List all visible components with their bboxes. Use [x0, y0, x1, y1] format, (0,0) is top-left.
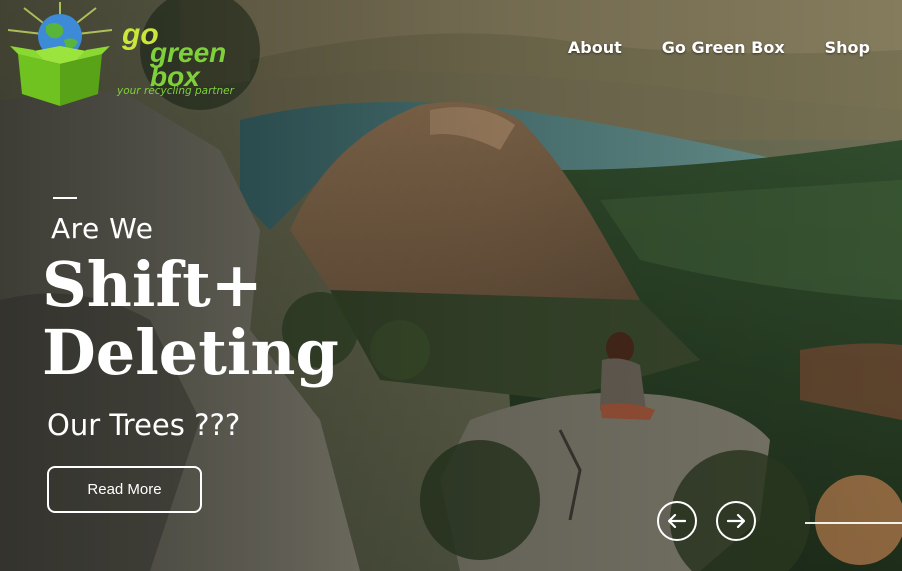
arrow-right-icon — [727, 514, 745, 528]
slider-progress-bar — [805, 522, 902, 524]
brand-logo[interactable]: go green box your recycling partner — [4, 0, 244, 110]
hero-headline-line2: Deleting — [42, 316, 339, 389]
slider-next-button[interactable] — [716, 501, 756, 541]
green-box-globe-icon — [7, 2, 113, 106]
nav-link-go-green-box[interactable]: Go Green Box — [662, 38, 785, 57]
brand-tagline: your recycling partner — [117, 85, 234, 97]
read-more-button[interactable]: Read More — [47, 466, 202, 513]
eyebrow-divider — [53, 197, 77, 199]
main-nav: About Go Green Box Shop — [528, 38, 870, 57]
hero-eyebrow: Are We — [51, 212, 154, 245]
arrow-left-icon — [668, 514, 686, 528]
nav-link-about[interactable]: About — [568, 38, 622, 57]
nav-link-shop[interactable]: Shop — [825, 38, 870, 57]
hero-subline: Our Trees ??? — [47, 408, 241, 442]
slider-prev-button[interactable] — [657, 501, 697, 541]
hero-headline-line1: Shift+ — [42, 248, 263, 321]
